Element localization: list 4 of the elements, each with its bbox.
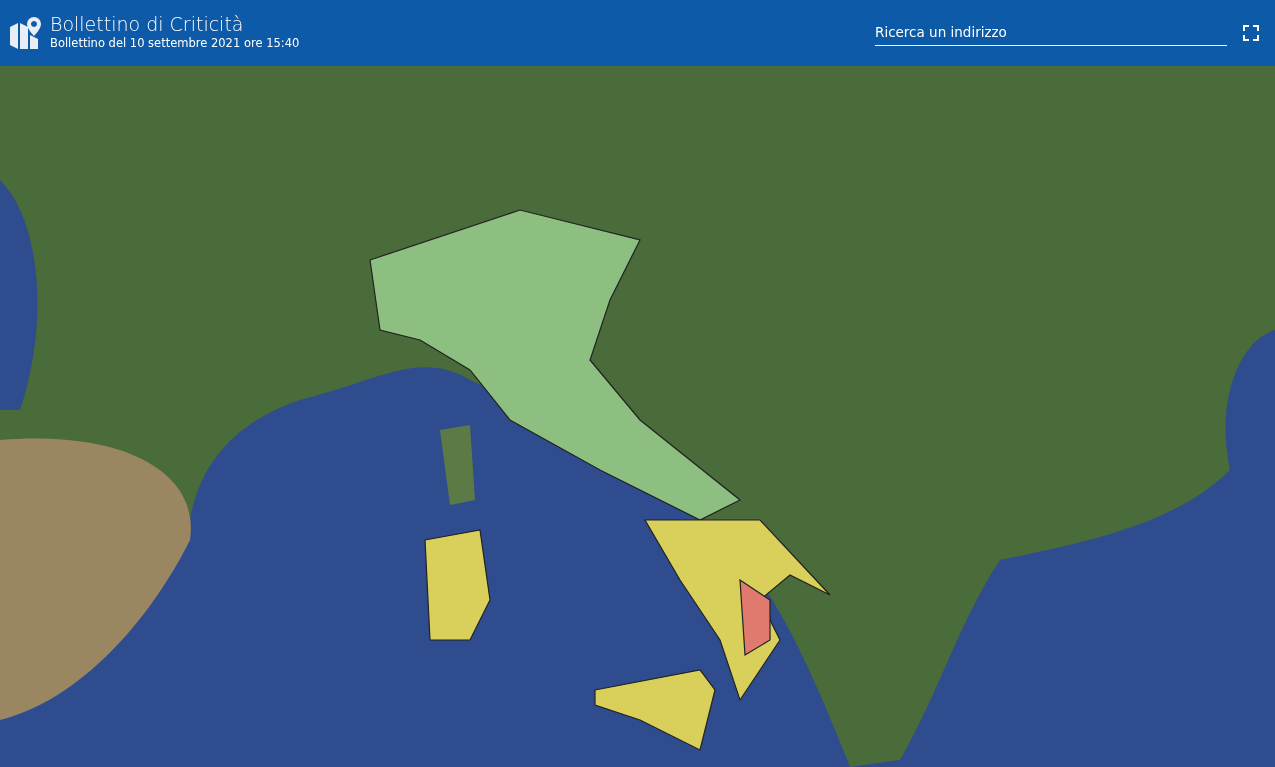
address-search-field[interactable]: Ricerca un indirizzo <box>875 20 1227 46</box>
bulletin-date: Bollettino del 10 settembre 2021 ore 15:40 <box>50 34 300 52</box>
fullscreen-icon[interactable] <box>1243 25 1259 41</box>
page-title: Bollettino di Criticità <box>50 13 245 35</box>
